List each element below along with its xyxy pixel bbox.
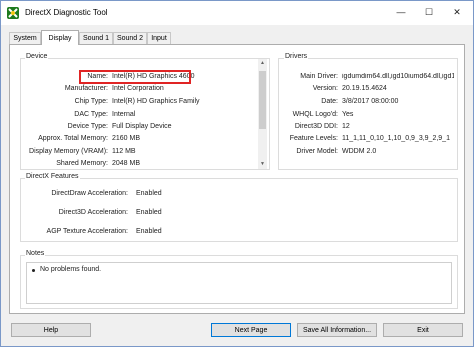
device-scrollbar[interactable]: ▲ ▼ [258, 59, 267, 169]
version-value: 20.19.15.4624 [342, 85, 387, 92]
maximize-button[interactable]: ☐ [415, 1, 443, 23]
tab-sound-1[interactable]: Sound 1 [79, 32, 113, 44]
directx-diagnostic-window: DirectX Diagnostic Tool — ☐ ✕ System Dis… [0, 0, 474, 347]
manufacturer-value: Intel Corporation [112, 85, 164, 92]
window-title: DirectX Diagnostic Tool [25, 8, 108, 17]
tab-system[interactable]: System [9, 32, 41, 44]
vram-value: 112 MB [112, 148, 136, 155]
direct3d-value: Enabled [136, 209, 162, 216]
save-all-information-button[interactable]: Save All Information... [297, 323, 377, 337]
dac-type-value: Internal [112, 111, 136, 118]
chip-type-label: Chip Type: [74, 98, 108, 105]
total-memory-label: Approx. Total Memory: [38, 135, 108, 142]
display-tab-panel: Device Name: Intel(R) HD Graphics 4600 M… [9, 44, 465, 314]
scroll-down-icon[interactable]: ▼ [258, 160, 267, 169]
device-group-title: Device [25, 53, 49, 60]
direct3d-label: Direct3D Acceleration: [58, 209, 128, 216]
directx-features-title: DirectX Features [25, 173, 80, 180]
manufacturer-label: Manufacturer: [64, 85, 108, 92]
shared-memory-value: 2048 MB [112, 160, 141, 167]
dac-type-label: DAC Type: [74, 111, 108, 118]
main-driver-label: Main Driver: [300, 73, 338, 80]
directx-app-icon [7, 7, 19, 19]
agp-texture-label: AGP Texture Acceleration: [46, 228, 128, 235]
title-bar[interactable]: DirectX Diagnostic Tool — ☐ ✕ [1, 1, 473, 25]
direct3d-ddi-label: Direct3D DDI: [294, 123, 338, 130]
whql-value: Yes [342, 111, 354, 118]
date-label: Date: [321, 98, 338, 105]
next-page-button[interactable]: Next Page [211, 323, 291, 337]
vram-label: Display Memory (VRAM): [29, 148, 108, 155]
device-type-label: Device Type: [67, 123, 108, 130]
minimize-button[interactable]: — [387, 1, 415, 23]
drivers-group-title: Drivers [284, 53, 309, 60]
whql-label: WHQL Logo'd: [292, 111, 338, 118]
close-button[interactable]: ✕ [443, 1, 471, 23]
date-value: 3/8/2017 08:00:00 [342, 98, 399, 105]
total-memory-value: 2160 MB [112, 135, 141, 142]
exit-button[interactable]: Exit [383, 323, 463, 337]
agp-texture-value: Enabled [136, 228, 162, 235]
device-type-value: Full Display Device [112, 123, 172, 130]
bullet-icon [32, 269, 35, 272]
tab-display[interactable]: Display [41, 30, 79, 45]
tab-sound-2[interactable]: Sound 2 [113, 32, 147, 44]
scroll-thumb[interactable] [259, 71, 266, 129]
notes-textbox[interactable]: No problems found. [26, 262, 452, 304]
feature-levels-label: Feature Levels: [289, 135, 338, 142]
notes-item: No problems found. [40, 266, 102, 273]
directdraw-label: DirectDraw Acceleration: [51, 190, 128, 197]
main-driver-value: igdumdim64.dll,igd10iumd64.dll,igd10iu [342, 73, 454, 80]
feature-levels-value: 11_1,11_0,10_1,10_0,9_3,9_2,9_1 [342, 135, 450, 142]
direct3d-ddi-value: 12 [342, 123, 350, 130]
driver-model-label: Driver Model: [296, 148, 338, 155]
directdraw-value: Enabled [136, 190, 162, 197]
notes-title: Notes [25, 250, 46, 257]
tab-input[interactable]: Input [147, 32, 171, 44]
name-highlight-box [79, 70, 191, 84]
version-label: Version: [312, 85, 338, 92]
help-button[interactable]: Help [11, 323, 91, 337]
shared-memory-label: Shared Memory: [56, 160, 108, 167]
chip-type-value: Intel(R) HD Graphics Family [112, 98, 200, 105]
scroll-up-icon[interactable]: ▲ [258, 59, 267, 68]
driver-model-value: WDDM 2.0 [342, 148, 377, 155]
